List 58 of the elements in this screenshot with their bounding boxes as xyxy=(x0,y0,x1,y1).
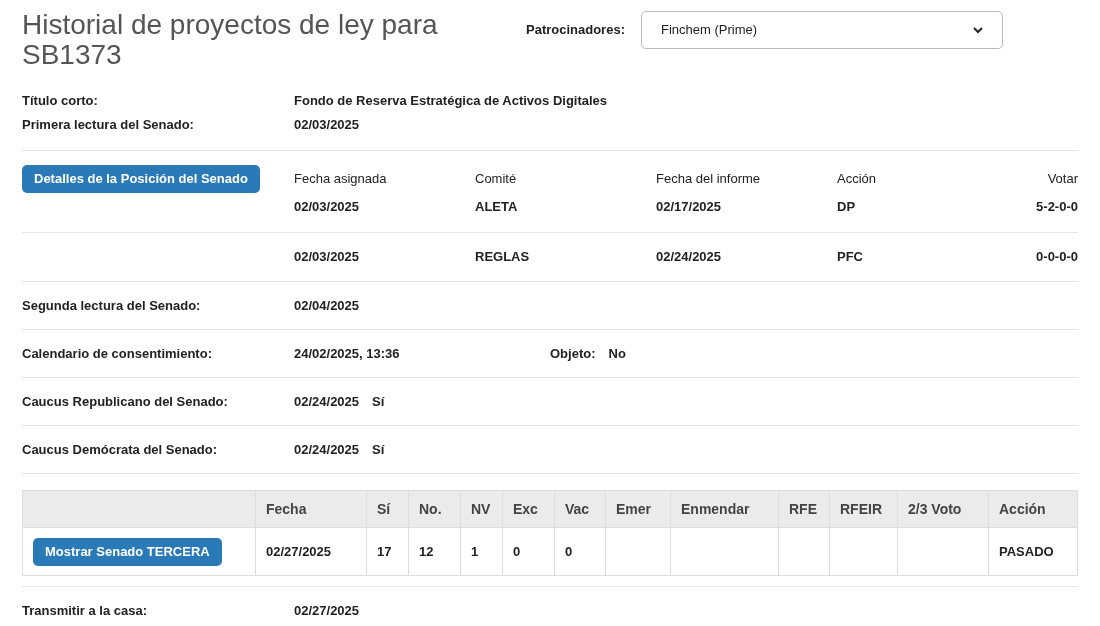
table-cell-text: DP xyxy=(837,198,857,217)
table-cell-text: 02/17/2025 xyxy=(656,198,723,217)
column-header: RFEIR xyxy=(830,491,898,527)
table-cell-text: 0 xyxy=(565,542,573,561)
field-value: 24/02/2025, 13:36 xyxy=(294,344,401,363)
table-cell-text: 02/27/2025 xyxy=(266,542,332,561)
column-header: Votar xyxy=(1046,170,1078,189)
column-header: 2/3 Voto xyxy=(898,491,989,527)
field-value: Fondo de Reserva Estratégica de Activos Digitales xyxy=(294,92,608,111)
field-value: No xyxy=(608,344,626,363)
column-header: Emer xyxy=(606,491,671,527)
table-cell-text: 17 xyxy=(377,542,392,561)
column-header: RFE xyxy=(779,491,830,527)
column-header: Sí xyxy=(367,491,409,527)
field-label: Objeto: xyxy=(550,344,596,363)
column-header: Acción xyxy=(998,499,1047,519)
field-label: Primera lectura del Senado: xyxy=(22,116,195,135)
show-senate-third-button[interactable]: Mostrar Senado TERCERA xyxy=(33,537,222,566)
table-cell-text: 0 xyxy=(513,542,521,561)
field-value: Sí xyxy=(372,392,385,411)
field-label: Transmitir a la casa: xyxy=(22,602,148,621)
column-header: Fecha xyxy=(256,491,367,527)
column-header: Fecha asignada xyxy=(294,170,388,189)
field-label: Caucus Demócrata del Senado: xyxy=(22,440,219,459)
column-header: Fecha del informe xyxy=(656,170,762,189)
chevron-down-icon xyxy=(973,26,983,34)
table-cell-text: 1 xyxy=(471,542,479,561)
senate-position-details-button[interactable]: Detalles de la Posición del Senado xyxy=(22,165,260,193)
column-header: No. xyxy=(409,491,461,527)
column-header: NV xyxy=(461,491,503,527)
field-value: 02/04/2025 xyxy=(294,296,360,315)
field-value: Sí xyxy=(372,440,385,459)
table-cell-text: 5-2-0-0 xyxy=(1035,198,1078,217)
table-cell-text: 12 xyxy=(419,542,434,561)
sponsors-select[interactable]: Finchem (Prime) xyxy=(641,11,1003,49)
table-cell-text: 02/24/2025 xyxy=(656,248,723,267)
column-header: Vac xyxy=(555,491,606,527)
column-header: Enmendar xyxy=(671,491,779,527)
table-cell-text: PFC xyxy=(837,248,864,267)
field-value: 02/03/2025 xyxy=(294,116,360,135)
field-value: 02/24/2025 xyxy=(294,440,360,459)
field-value: 02/24/2025 xyxy=(294,392,360,411)
page-title: Historial de proyectos de ley para SB1373 xyxy=(22,10,439,70)
table-cell-text: 02/03/2025 xyxy=(294,198,361,217)
field-label: Título corto: xyxy=(22,92,99,111)
sponsors-label: Patrocinadores: xyxy=(526,21,625,40)
table-cell-text: 02/03/2025 xyxy=(294,248,361,267)
column-header: Acción xyxy=(837,170,878,189)
table-cell-text: PASADO xyxy=(999,542,1054,561)
table-cell-text: REGLAS xyxy=(475,248,531,267)
table-cell-text: ALETA xyxy=(475,198,519,217)
field-label: Caucus Republicano del Senado: xyxy=(22,392,229,411)
table-cell-text: 0-0-0-0 xyxy=(1035,248,1078,267)
field-value: 02/27/2025 xyxy=(294,602,360,621)
column-header: Exc xyxy=(503,491,555,527)
field-label: Segunda lectura del Senado: xyxy=(22,296,202,315)
column-header: Comité xyxy=(475,170,518,189)
field-label: Calendario de consentimiento: xyxy=(22,344,213,363)
